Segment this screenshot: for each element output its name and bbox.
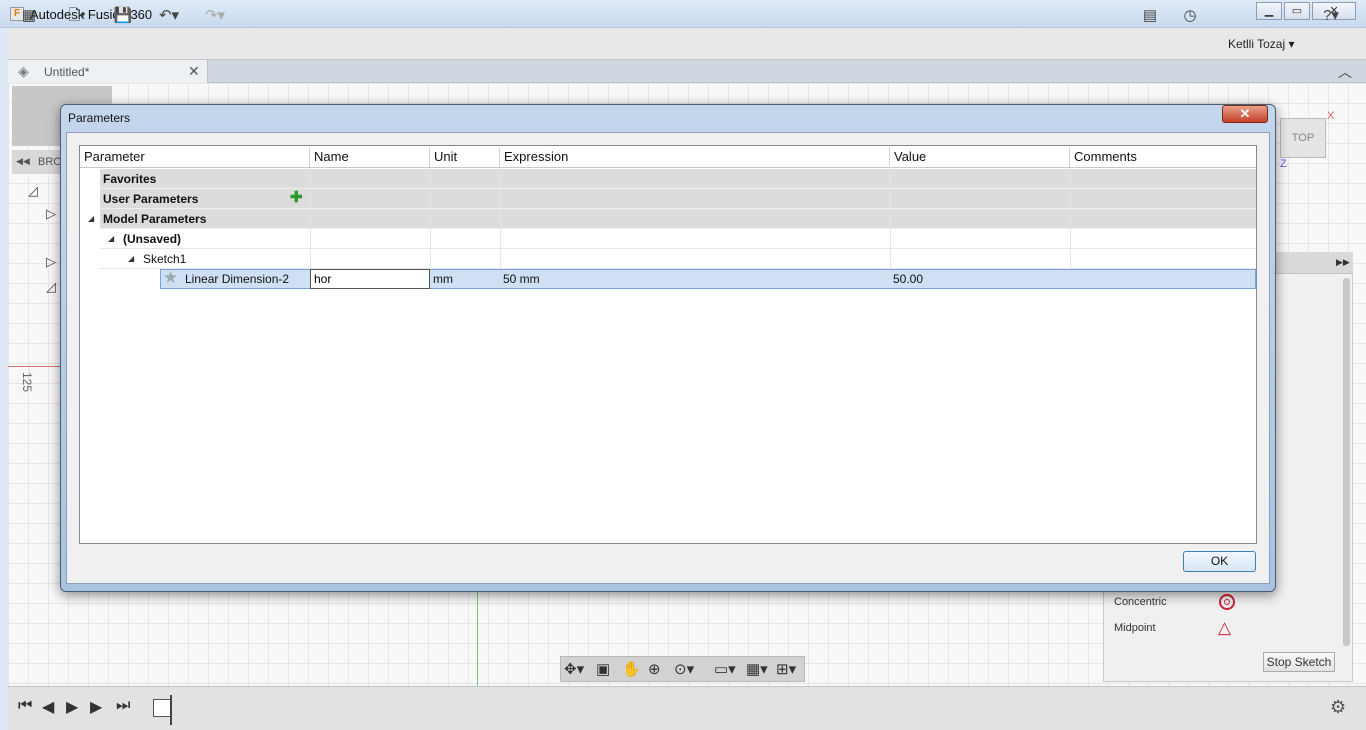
document-tab-bar (8, 60, 1366, 83)
zoom-icon[interactable]: ⊕ (648, 660, 661, 678)
column-header-name[interactable]: Name (310, 147, 430, 167)
group-row-model-parameters[interactable] (100, 209, 1256, 229)
timeline-sketch-feature[interactable] (153, 699, 171, 717)
collapse-triangle-icon[interactable]: ◢ (128, 254, 134, 263)
y-axis-line (477, 590, 478, 686)
palette-item-concentric[interactable]: Concentric (1114, 596, 1167, 608)
browser-label: BRO (38, 156, 62, 168)
row-divider (100, 248, 1256, 249)
display-settings-icon[interactable]: ▭▾ (714, 660, 736, 678)
add-user-parameter-icon[interactable]: ✚ (290, 188, 303, 206)
view-cube[interactable]: TOP (1280, 118, 1326, 158)
unit-cell[interactable]: mm (433, 272, 453, 286)
column-header-parameter[interactable]: Parameter (80, 147, 310, 167)
value-cell: 50.00 (893, 272, 924, 286)
palette-scrollbar[interactable] (1343, 278, 1350, 646)
collapse-toolbar-chevron-icon[interactable]: ︿ (1338, 62, 1352, 82)
look-at-icon[interactable]: ▣ (596, 660, 610, 678)
save-icon[interactable]: 💾 (112, 7, 134, 25)
ok-button[interactable]: OK (1183, 551, 1256, 572)
column-header-comments[interactable]: Comments (1070, 147, 1256, 167)
view-cube-x-axis-label: X (1327, 110, 1335, 122)
grid-settings-icon[interactable]: ▦▾ (746, 660, 768, 678)
expand-palette-icon[interactable]: ▶▶ (1336, 257, 1350, 268)
favorites-label: Favorites (103, 172, 157, 186)
model-parameters-label: Model Parameters (103, 212, 207, 226)
fit-zoom-icon[interactable]: ⊙▾ (674, 660, 694, 678)
application-toolbar (8, 28, 1366, 60)
user-parameters-label: User Parameters (103, 192, 199, 206)
collapse-triangle-icon[interactable]: ◢ (88, 214, 94, 223)
document-cube-icon: ◈ (18, 63, 29, 79)
comments-icon[interactable]: ▤ (1140, 7, 1160, 25)
midpoint-icon[interactable]: △ (1218, 618, 1231, 638)
column-header-value[interactable]: Value (890, 147, 1070, 167)
stop-sketch-button[interactable]: Stop Sketch (1263, 652, 1335, 672)
tab-label: Untitled* (44, 65, 90, 79)
collapse-browser-icon[interactable]: ◀◀ (16, 156, 30, 167)
go-to-end-icon[interactable]: ⏭ (116, 697, 130, 715)
close-tab-icon[interactable]: ✕ (188, 63, 200, 80)
parameter-name-input[interactable] (310, 269, 430, 289)
dialog-title: Parameters (68, 111, 131, 125)
concentric-icon[interactable] (1219, 594, 1235, 610)
collapse-triangle-icon[interactable]: ◢ (108, 234, 114, 243)
favorite-star-icon[interactable]: ★ (163, 268, 178, 288)
step-back-icon[interactable]: ◀ (42, 697, 54, 717)
viewports-icon[interactable]: ⊞▾ (776, 660, 796, 678)
expand-triangle-icon[interactable]: ◿ (46, 279, 56, 295)
dialog-close-button[interactable]: ✕ (1222, 105, 1268, 123)
minimize-button[interactable]: ▁ (1256, 2, 1282, 20)
x-axis-line (8, 366, 68, 367)
play-icon[interactable]: ▶ (66, 697, 78, 717)
expand-triangle-icon[interactable]: ▷ (46, 206, 56, 222)
pan-hand-icon[interactable]: ✋ (622, 660, 641, 678)
data-panel-grid-icon[interactable]: ▦ (18, 7, 40, 25)
user-account-menu[interactable]: Ketlli Tozaj ▾ (1228, 37, 1295, 51)
header-divider (80, 167, 1256, 168)
palette-item-midpoint[interactable]: Midpoint (1114, 622, 1156, 634)
sketch1-label: Sketch1 (143, 252, 187, 266)
ruler-dimension-label: 125 (20, 372, 34, 393)
column-header-unit[interactable]: Unit (430, 147, 500, 167)
unsaved-label: (Unsaved) (123, 232, 182, 246)
job-status-clock-icon[interactable]: ◷ (1180, 7, 1200, 25)
timeline-settings-gear-icon[interactable]: ⚙ (1330, 697, 1346, 718)
timeline-marker[interactable] (170, 695, 172, 725)
step-forward-icon[interactable]: ▶ (90, 697, 102, 717)
file-menu-icon[interactable]: 🗋▾ (62, 7, 92, 25)
timeline-bar (8, 686, 1366, 730)
group-row-favorites[interactable] (100, 169, 1256, 189)
help-icon[interactable]: ?▾ (1314, 7, 1348, 25)
column-header-expression[interactable]: Expression (500, 147, 890, 167)
view-cube-z-axis-label: Z (1280, 158, 1287, 170)
go-to-start-icon[interactable]: ⏮ (18, 697, 32, 715)
parameter-cell: Linear Dimension-2 (185, 272, 290, 286)
expand-triangle-icon[interactable]: ◿ (28, 183, 38, 199)
group-row-user-parameters[interactable] (100, 189, 1256, 209)
undo-icon[interactable]: ↶▾ (152, 7, 186, 25)
expand-triangle-icon[interactable]: ▷ (46, 254, 56, 270)
redo-icon[interactable]: ↷▾ (198, 7, 232, 25)
expression-cell[interactable]: 50 mm (503, 272, 540, 286)
tab-untitled[interactable] (8, 60, 208, 83)
orbit-icon[interactable]: ✥▾ (564, 660, 584, 678)
maximize-button[interactable]: ▭ (1284, 2, 1310, 20)
